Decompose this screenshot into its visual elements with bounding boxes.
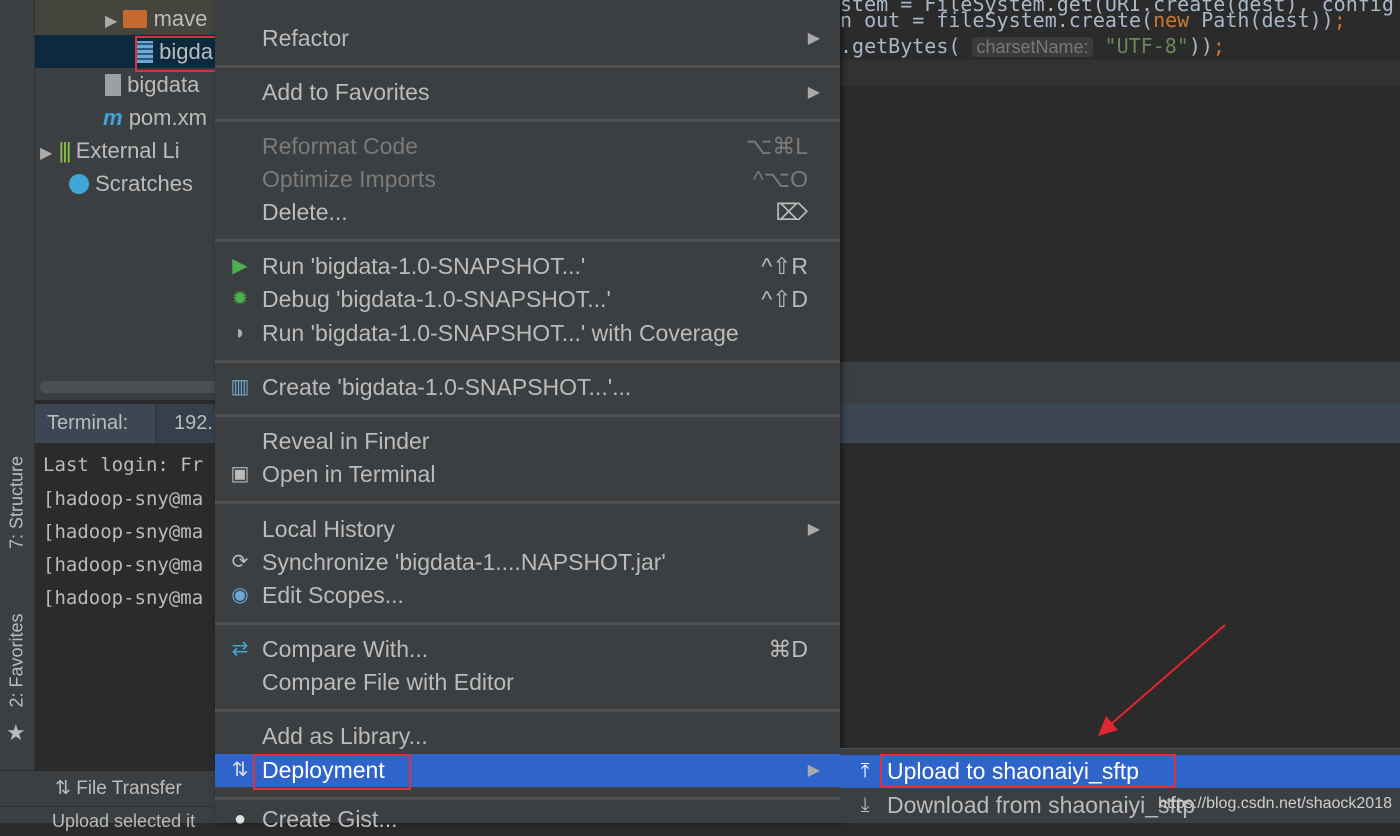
annotation-arrow: [1098, 624, 1226, 736]
